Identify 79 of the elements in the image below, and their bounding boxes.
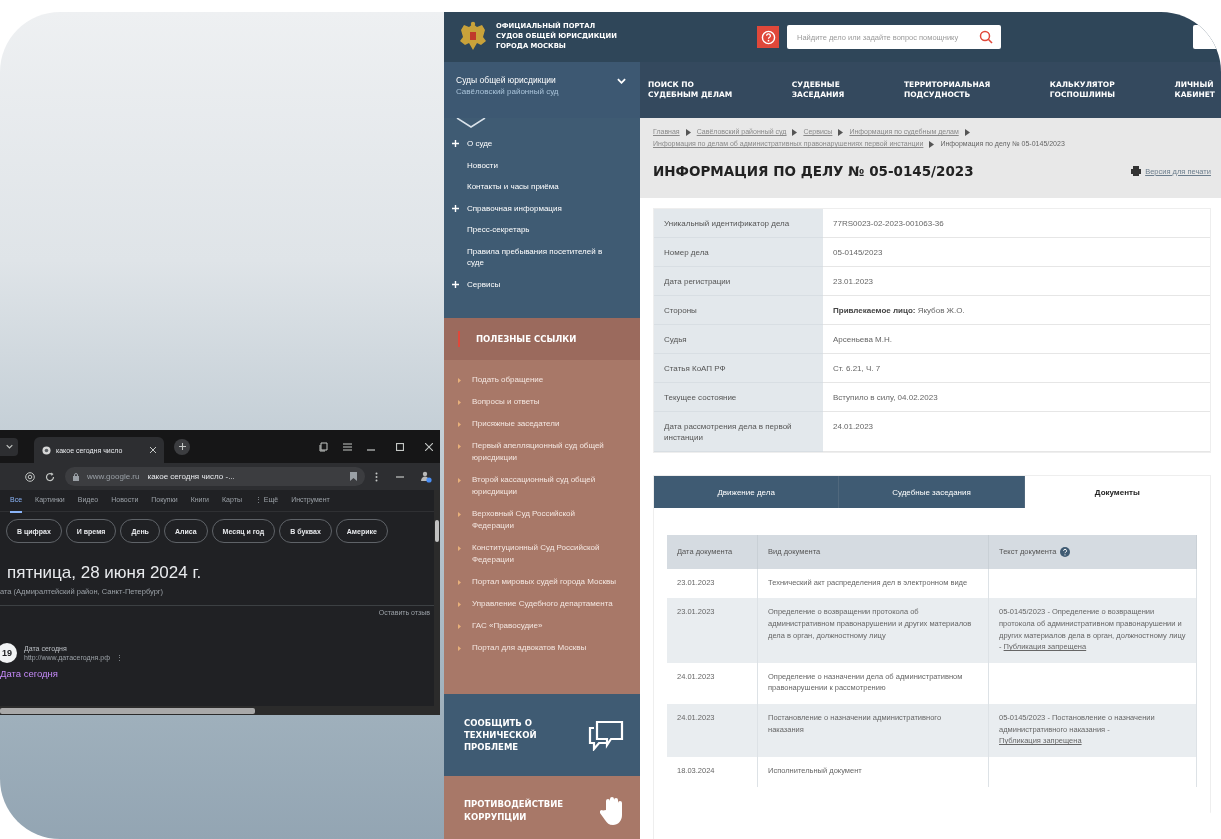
profile-icon[interactable] xyxy=(420,470,432,483)
menu-item[interactable]: Пресс-секретарь xyxy=(452,224,610,236)
lock-icon xyxy=(73,472,79,481)
site-favicon: 19 xyxy=(0,643,17,663)
field-value: 24.01.2023 xyxy=(823,412,1210,452)
field-label: Судья xyxy=(654,325,823,354)
new-tab-button[interactable] xyxy=(174,438,190,455)
separator-icon xyxy=(929,140,935,148)
minus-icon[interactable] xyxy=(396,474,404,479)
vertical-scrollbar[interactable] xyxy=(434,490,440,706)
field-label: Статья КоАП РФ xyxy=(654,354,823,383)
menu-icon[interactable] xyxy=(343,442,352,451)
result-title-link[interactable]: Дата сегодня xyxy=(0,668,58,679)
plus-icon xyxy=(178,443,186,450)
separator-icon xyxy=(685,128,691,136)
field-label: Дата регистрации xyxy=(654,267,823,296)
field-value: 05-0145/2023 xyxy=(823,238,1210,267)
bullet-icon xyxy=(458,422,461,427)
menu-item[interactable]: Новости xyxy=(452,159,610,171)
field-value: Арсеньева М.Н. xyxy=(823,325,1210,354)
bullet-icon xyxy=(458,400,461,405)
bullet-icon xyxy=(458,378,461,383)
bullet-icon xyxy=(458,444,461,449)
field-value: 77RS0023-02-2023-001063-36 xyxy=(823,209,1210,238)
bullet-icon xyxy=(458,478,461,483)
address-field[interactable]: www.google.ru какое сегодня число -... xyxy=(65,467,365,486)
bullet-icon xyxy=(458,546,461,551)
tab[interactable]: Судебные заседания xyxy=(839,476,1025,508)
more-icon[interactable] xyxy=(375,471,378,482)
menu-item[interactable]: Справочная информация xyxy=(452,202,610,214)
bookmark-icon[interactable] xyxy=(350,472,357,481)
field-value: 23.01.2023 xyxy=(823,267,1210,296)
plus-icon xyxy=(452,204,459,212)
page-title: ИНФОРМАЦИЯ ПО ДЕЛУ № 05-0145/2023 xyxy=(653,163,974,179)
plus-icon xyxy=(452,280,459,288)
maximize-icon[interactable] xyxy=(396,442,404,451)
bullet-icon xyxy=(458,624,461,629)
field-label: Номер дела xyxy=(654,238,823,267)
menu-item[interactable]: Контакты и часы приёма xyxy=(452,181,610,193)
help-button[interactable] xyxy=(757,26,779,48)
menu-item[interactable]: О суде xyxy=(452,138,610,150)
chevron-icon xyxy=(617,78,626,84)
search-icon[interactable] xyxy=(979,30,993,44)
close-icon[interactable] xyxy=(425,442,433,451)
section-heading: ПОЛЕЗНЫЕ ССЫЛКИ xyxy=(444,318,640,360)
separator-icon xyxy=(964,128,970,136)
separator-icon xyxy=(838,128,844,136)
chat-icon xyxy=(588,719,624,751)
date-answer: пятница, 28 июня 2024 г. xyxy=(7,563,203,583)
menu-item[interactable]: Сервисы xyxy=(452,278,610,290)
chevron-icon xyxy=(5,444,13,449)
field-label: Дата рассмотрения дела в первой инстанции xyxy=(654,412,823,452)
bullet-icon xyxy=(458,602,461,607)
bullet-icon xyxy=(458,646,461,651)
field-value: Вступило в силу, 04.02.2023 xyxy=(823,383,1210,412)
help-icon xyxy=(760,29,776,45)
bullet-icon xyxy=(458,580,461,585)
court-selector[interactable]: Суды общей юрисдикции Савёловский районный суд xyxy=(444,62,640,118)
field-label: Текущее состояние xyxy=(654,383,823,412)
report-problem-banner[interactable]: СООБЩИТЬ О ТЕХНИЧЕСКОЙ ПРОБЛЕМЕ xyxy=(444,694,640,776)
printer-icon xyxy=(1131,166,1142,176)
shield-icon[interactable] xyxy=(25,471,35,482)
reload-icon[interactable] xyxy=(45,471,55,482)
tab-list-button[interactable] xyxy=(0,437,18,456)
horizontal-scrollbar[interactable] xyxy=(0,706,440,715)
tab[interactable]: Движение дела xyxy=(654,476,840,508)
field-label: Стороны xyxy=(654,296,823,325)
plus-icon xyxy=(452,140,459,147)
field-value: Ст. 6.21, Ч. 7 xyxy=(823,354,1210,383)
menu-item[interactable]: Правила пребывания посетителей в суде xyxy=(452,245,610,269)
hand-icon xyxy=(600,795,624,826)
globe-icon xyxy=(42,445,51,455)
separator-icon xyxy=(792,128,798,136)
close-icon[interactable] xyxy=(150,447,156,453)
help-icon[interactable] xyxy=(1059,546,1070,557)
bullet-icon xyxy=(458,512,461,517)
field-label: Уникальный идентификатор дела xyxy=(654,209,823,238)
collections-icon[interactable] xyxy=(319,441,328,452)
field-value: Привлекаемое лицо: Якубов Ж.О. xyxy=(823,296,1210,325)
